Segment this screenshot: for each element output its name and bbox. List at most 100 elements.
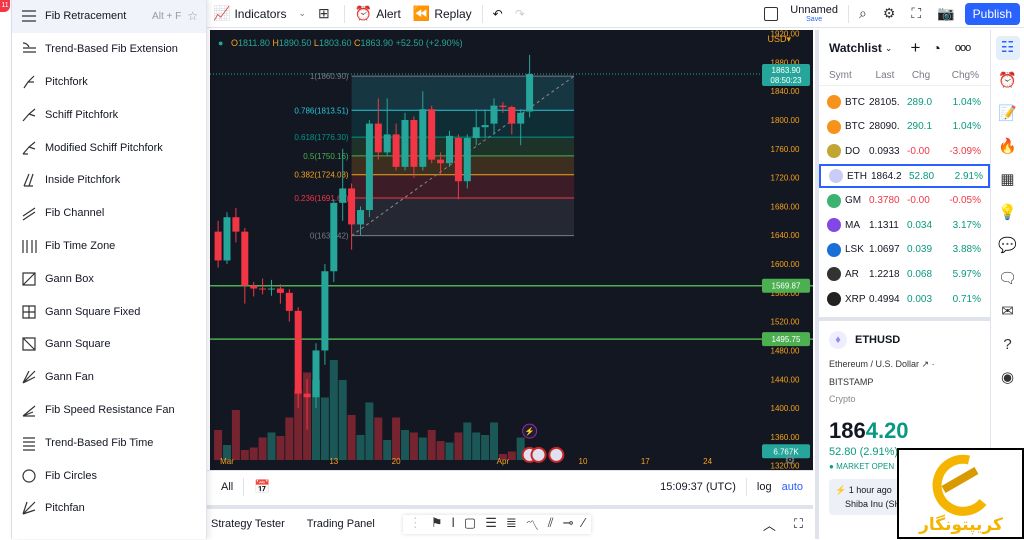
price-tick: 1600.00 [771, 260, 800, 269]
market-open-dot-icon: ● [829, 462, 834, 472]
alerts-icon[interactable]: ⏰ [996, 69, 1020, 93]
more-icon[interactable]: ooo [955, 42, 971, 54]
tab-trading-panel[interactable]: Trading Panel [307, 518, 375, 530]
menu-item-trend-based-fib-extension[interactable]: Trend-Based Fib Extension [12, 33, 206, 66]
watchlist-row[interactable]: MA 1.1311 0.034 3.17% [819, 213, 990, 238]
menu-item-pitchfork[interactable]: Pitchfork [12, 66, 206, 99]
log-scale-toggle[interactable]: log [757, 481, 772, 493]
redo-button[interactable]: ↷ [509, 0, 531, 28]
chats-icon[interactable]: 💬 [996, 234, 1020, 258]
watchlist-row[interactable]: BTC 28105. 289.0 1.04% [819, 90, 990, 115]
ideas-icon[interactable]: 💡 [996, 201, 1020, 225]
watchlist-row[interactable]: GM 0.3780 -0.00 -0.05% [819, 188, 990, 213]
layouts-button[interactable]: ⊞ [312, 0, 340, 28]
price-chart[interactable]: 1(1860.90) 0.786(1813.51) 0.618(1776.30) 0.… [210, 30, 813, 470]
row-last: 0.0933 [869, 145, 900, 157]
streams-icon[interactable]: 🗨 [996, 267, 1020, 291]
menu-item-schiff-pitchfork[interactable]: Schiff Pitchfork [12, 98, 206, 131]
watchlist-row[interactable]: BTC 28090. 290.1 1.04% [819, 115, 990, 140]
candle-body [508, 107, 516, 124]
currency-selector[interactable]: USD▾ [767, 34, 791, 45]
horizontal-ray-tool-icon[interactable]: ⊸ [563, 515, 574, 534]
flag-tool-icon[interactable]: ⚑ [431, 515, 443, 534]
watchlist-row[interactable]: AR 1.2218 0.068 5.97% [819, 262, 990, 287]
star-icon[interactable]: ☆ [187, 9, 198, 23]
watchlist-row[interactable]: ETH 1864.2 52.80 2.91% [819, 163, 990, 189]
path-tool-icon[interactable]: 〽 [526, 515, 539, 534]
tab-strategy-tester[interactable]: Strategy Tester [211, 518, 285, 530]
fib-extension-tool-icon[interactable]: ≣ [506, 515, 517, 534]
watchlist-row[interactable]: LSK 1.0697 0.039 3.88% [819, 238, 990, 263]
broadcast-icon[interactable]: ◉ [996, 366, 1020, 390]
search-button[interactable]: ⌕ [853, 0, 877, 28]
menu-item-fib-speed-resistance-fan[interactable]: Fib Speed Resistance Fan [12, 394, 206, 427]
go-to-date-icon[interactable]: 📅 [254, 479, 270, 495]
fib-retracement-tool-icon[interactable]: ☰ [485, 515, 497, 534]
volume-bar [267, 432, 276, 460]
volume-bar [463, 422, 472, 460]
notes-icon[interactable]: 📝 [996, 102, 1020, 126]
row-chg-pct: 2.91% [954, 170, 983, 182]
add-symbol-icon[interactable]: + [910, 38, 920, 58]
candle-body [499, 105, 507, 108]
indicators-dropdown[interactable]: ⌄ [292, 0, 312, 28]
trend-line-tool-icon[interactable]: ⁄ [583, 515, 585, 534]
settings-button[interactable]: ⚙ [877, 0, 906, 28]
menu-item-pitchfan[interactable]: Pitchfan [12, 492, 206, 525]
rectangle-tool-icon[interactable]: ▢ [464, 515, 476, 534]
watchlist-row[interactable]: DO 0.0933 -0.00 -3.09% [819, 139, 990, 164]
volume-bar [320, 397, 329, 460]
fullscreen-button[interactable]: ⛶ [905, 0, 931, 28]
volume-bar [454, 432, 463, 460]
chevron-up-icon[interactable]: ︿ [763, 515, 776, 534]
snapshot-button[interactable]: 📷 [931, 0, 964, 28]
menu-item-inside-pitchfork[interactable]: Inside Pitchfork [12, 164, 206, 197]
menu-item-modified-schiff-pitchfork[interactable]: Modified Schiff Pitchfork [12, 131, 206, 164]
column-symbol[interactable]: Symt [829, 70, 867, 81]
coin-icon [827, 95, 841, 110]
menu-item-gann-fan[interactable]: Gann Fan [12, 361, 206, 394]
menu-item-label: Gann Fan [45, 371, 94, 384]
menu-item-gann-square-fixed[interactable]: Gann Square Fixed [12, 295, 206, 328]
column-chg-pct[interactable]: Chg% [939, 70, 979, 81]
clock-time[interactable]: 15:09:37 (UTC) [660, 481, 736, 493]
range-all-button[interactable]: All [221, 481, 233, 493]
hotlists-icon[interactable]: 🔥 [996, 135, 1020, 159]
alert-button[interactable]: ⏰ Alert [349, 0, 407, 28]
messages-icon[interactable]: ✉ [996, 300, 1020, 324]
watchlist-title[interactable]: Watchlist [829, 41, 882, 55]
layout-checkbox[interactable] [758, 0, 784, 28]
menu-item-fib-time-zone[interactable]: Fib Time Zone [12, 230, 206, 263]
indicators-button[interactable]: 📈 Indicators [207, 0, 292, 28]
menu-item-trend-based-fib-time[interactable]: Trend-Based Fib Time [12, 426, 206, 459]
calendar-icon[interactable]: ▦ [996, 168, 1020, 192]
column-last[interactable]: Last [867, 70, 903, 81]
watchlist-icon[interactable]: ☷ [995, 36, 1020, 60]
menu-item-fib-circles[interactable]: Fib Circles [12, 459, 206, 492]
row-chg: 0.039 [907, 244, 933, 256]
chart-canvas[interactable]: 1(1860.90)0.786(1813.51)0.618(1776.30)0.… [210, 30, 813, 470]
menu-item-gann-box[interactable]: Gann Box [12, 262, 206, 295]
chevron-down-icon[interactable]: ⌄ [885, 43, 893, 54]
watchlist-row[interactable]: XRP 0.4994 0.003 0.71% [819, 287, 990, 312]
auto-scale-toggle[interactable]: auto [782, 481, 803, 493]
menu-item-fib-retracement[interactable]: Fib Retracement Alt + F ☆ [12, 0, 206, 33]
layout-name-button[interactable]: Unnamed Save [784, 0, 844, 28]
column-chg[interactable]: Chg [903, 70, 939, 81]
vertical-line-tool-icon[interactable]: ǀ [452, 515, 455, 534]
row-chg: 289.0 [907, 96, 933, 108]
external-link-icon[interactable]: ↗ [922, 359, 930, 369]
help-icon[interactable]: ? [996, 333, 1020, 357]
advanced-view-icon[interactable]: ◔ [932, 40, 940, 56]
publish-button[interactable]: Publish [964, 2, 1020, 25]
maximize-icon[interactable]: ⛶ [794, 516, 803, 532]
undo-button[interactable]: ↶ [487, 0, 509, 28]
alert-label: Alert [376, 6, 401, 21]
menu-item-gann-square[interactable]: Gann Square [12, 328, 206, 361]
indicators-icon: 📈 [213, 5, 231, 21]
layout-name: Unnamed [790, 3, 838, 16]
drag-handle-icon[interactable]: ⋮ [409, 515, 422, 534]
replay-button[interactable]: ⏪ Replay [407, 0, 478, 28]
parallel-channel-tool-icon[interactable]: ⫽ [548, 515, 554, 534]
menu-item-fib-channel[interactable]: Fib Channel [12, 197, 206, 230]
